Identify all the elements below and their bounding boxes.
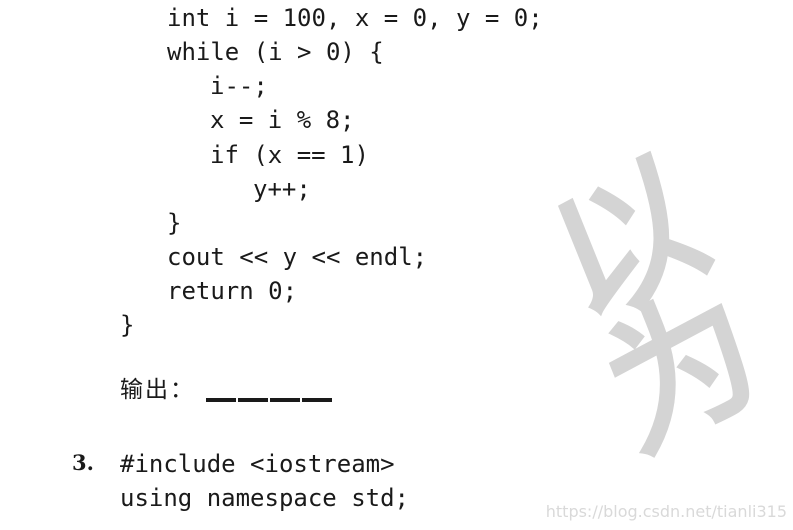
code-line: using namespace std; — [120, 484, 409, 512]
code-line: } — [167, 209, 182, 237]
output-answer-prompt: 输出： — [120, 374, 334, 407]
code-line: #include <iostream> — [120, 450, 395, 478]
code-line: while (i > 0) { — [167, 38, 384, 66]
code-line: i--; — [210, 72, 268, 100]
code-line: int i = 100, x = 0, y = 0; — [167, 4, 543, 32]
code-line: } — [120, 311, 135, 339]
code-line: return 0; — [167, 277, 298, 305]
question-number: 3. — [72, 450, 94, 475]
code-line: if (x == 1) — [210, 141, 369, 169]
code-line: y++; — [253, 175, 311, 203]
document-page: 以 为 https://blog.csdn.net/tianli315 int … — [0, 0, 793, 530]
code-line: cout << y << endl; — [167, 243, 428, 271]
document-content: int i = 100, x = 0, y = 0; while (i > 0)… — [0, 0, 793, 530]
code-line: x = i % 8; — [210, 106, 355, 134]
output-label: 输出： — [120, 377, 195, 403]
answer-blank-rule[interactable] — [206, 398, 334, 402]
